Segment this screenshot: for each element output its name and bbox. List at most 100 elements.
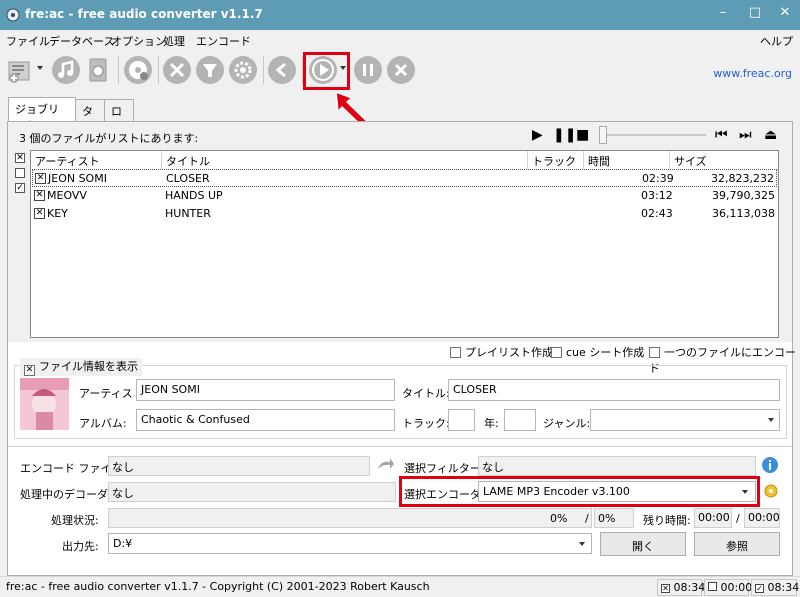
cuesheet-option[interactable]: cue シート作成 (551, 344, 644, 360)
scan-cd-icon[interactable] (84, 56, 112, 84)
encoder-settings-icon[interactable] (762, 482, 780, 500)
column-size[interactable]: サイズ (670, 151, 778, 169)
empty-box-icon (708, 582, 717, 591)
output-folder-select[interactable]: D:¥ (108, 533, 592, 554)
file-progress-value: 0% (550, 512, 568, 525)
play-icon[interactable]: ▶ (532, 127, 543, 143)
artist-field[interactable]: JEON SOMI (136, 379, 395, 401)
freac-website-link[interactable]: www.freac.org (713, 67, 792, 80)
track-label: トラック: (402, 417, 450, 430)
close-button[interactable]: ✕ (774, 3, 796, 23)
stop-encoding-icon[interactable] (387, 56, 415, 84)
menu-help[interactable]: ヘルプ (760, 33, 793, 49)
table-row[interactable]: ✕ KEY HUNTER 02:43 36,113,038 (32, 205, 777, 223)
open-button[interactable]: 開く (600, 532, 686, 556)
check-all-checkbox[interactable]: ✕ (15, 153, 25, 163)
row-title: HANDS UP (165, 189, 223, 202)
menu-database[interactable]: データベース (49, 33, 114, 49)
tools-icon[interactable] (163, 56, 191, 84)
total-progress-value: 0% (598, 512, 616, 525)
encode-file-field: なし (108, 456, 370, 476)
previous-icon[interactable] (268, 56, 296, 84)
progress-bar (108, 508, 592, 528)
row-artist: MEOVV (47, 189, 87, 202)
row-checkbox[interactable]: ✕ (35, 173, 46, 184)
decoder-field: なし (108, 482, 396, 502)
minimize-button[interactable]: – (712, 3, 734, 23)
app-icon (6, 8, 20, 22)
genre-select[interactable] (590, 409, 780, 431)
menu-options[interactable]: オプション (111, 33, 166, 49)
menu-file[interactable]: ファイル (6, 33, 50, 49)
playlist-checkbox[interactable] (450, 347, 461, 358)
playlist-option[interactable]: プレイリスト作成 (450, 344, 553, 360)
pause-encoding-icon[interactable] (354, 56, 382, 84)
window-title: fre:ac - free audio converter v1.1.7 (25, 7, 263, 21)
maximize-button[interactable]: □ (744, 3, 766, 23)
tab-tags[interactable]: タグ (75, 99, 105, 134)
job-list[interactable]: アーティスト タイトル トラック 時間 サイズ ✕ JEON SOMI CLOS… (30, 150, 779, 338)
year-label: 年: (484, 417, 499, 430)
title-field[interactable]: CLOSER (448, 379, 780, 401)
add-files-icon[interactable] (6, 56, 34, 84)
single-file-checkbox[interactable] (649, 347, 660, 358)
cd-audio-icon[interactable] (52, 56, 80, 84)
checked-box-icon: ✕ (661, 584, 670, 593)
previous-track-icon[interactable]: ⏮ (715, 127, 728, 143)
table-row[interactable]: ✕ MEOVV HANDS UP 03:12 39,790,325 (32, 187, 777, 205)
uncheck-all-checkbox[interactable] (15, 168, 25, 178)
start-button-highlight (303, 52, 350, 90)
cddb-query-icon[interactable] (124, 56, 152, 84)
row-title: HUNTER (165, 207, 211, 220)
genre-dropdown-icon[interactable] (768, 418, 774, 422)
playlist-label: プレイリスト作成 (465, 346, 553, 359)
next-track-icon[interactable]: ⏭ (739, 127, 752, 143)
seek-track (604, 134, 706, 136)
row-checkbox[interactable]: ✕ (34, 190, 45, 201)
cuesheet-checkbox[interactable] (551, 347, 562, 358)
filter-icon[interactable] (196, 56, 224, 84)
album-field[interactable]: Chaotic & Confused (136, 409, 395, 431)
tab-joblist[interactable]: ジョブリスト (8, 97, 76, 132)
menu-bar: ファイル データベース オプション 処理 エンコード ヘルプ (0, 30, 800, 50)
table-row[interactable]: ✕ JEON SOMI CLOSER 02:39 32,823,232 (32, 169, 777, 187)
progress-label: 処理状況: (51, 514, 99, 527)
row-artist: JEON SOMI (48, 172, 107, 185)
menu-process[interactable]: 処理 (163, 33, 185, 49)
stop-icon[interactable]: ■ (576, 127, 589, 143)
pause-icon[interactable]: ❚❚ (553, 127, 576, 143)
add-files-dropdown-icon[interactable] (37, 66, 43, 70)
year-field[interactable] (504, 409, 536, 431)
album-cover-image (20, 378, 69, 430)
info-icon[interactable] (761, 456, 779, 474)
tab-log[interactable]: ログ (104, 99, 134, 134)
row-artist: KEY (47, 207, 68, 220)
toggle-selection-checkbox[interactable]: ✓ (15, 183, 25, 193)
status-bar: fre:ac - free audio converter v1.1.7 - C… (0, 576, 800, 597)
checkmark-box-icon: ✓ (755, 584, 764, 593)
seek-slider[interactable] (599, 126, 607, 144)
file-count-label: 3 個のファイルがリストにあります: (19, 132, 199, 145)
column-artist[interactable]: アーティスト (31, 151, 162, 169)
file-info-toggle[interactable]: ✕ ファイル情報を表示 (20, 358, 142, 376)
column-track[interactable]: トラック (528, 151, 584, 169)
output-folder-dropdown-icon[interactable] (579, 542, 585, 546)
column-title[interactable]: タイトル (162, 151, 528, 169)
browse-button[interactable]: 参照 (694, 532, 780, 556)
row-checkbox[interactable]: ✕ (34, 208, 45, 219)
file-info-checkbox[interactable]: ✕ (24, 365, 35, 376)
skip-icon[interactable] (375, 455, 395, 475)
title-bar: fre:ac - free audio converter v1.1.7 – □… (0, 0, 800, 30)
menu-encode[interactable]: エンコード (196, 33, 251, 49)
remaining-time-label: 残り時間: (643, 514, 691, 527)
remaining-separator: / (736, 512, 740, 525)
column-time[interactable]: 時間 (584, 151, 670, 169)
album-label: アルバム: (79, 417, 127, 430)
settings-icon[interactable] (229, 56, 257, 84)
remaining-total-field: 00:00 (744, 508, 780, 528)
eject-icon[interactable]: ⏏ (764, 127, 777, 143)
remaining-file-field: 00:00 (694, 508, 732, 528)
track-field[interactable] (448, 409, 475, 431)
checked-duration: ✓ 08:34 (751, 579, 799, 596)
row-size: 32,823,232 (711, 172, 774, 185)
